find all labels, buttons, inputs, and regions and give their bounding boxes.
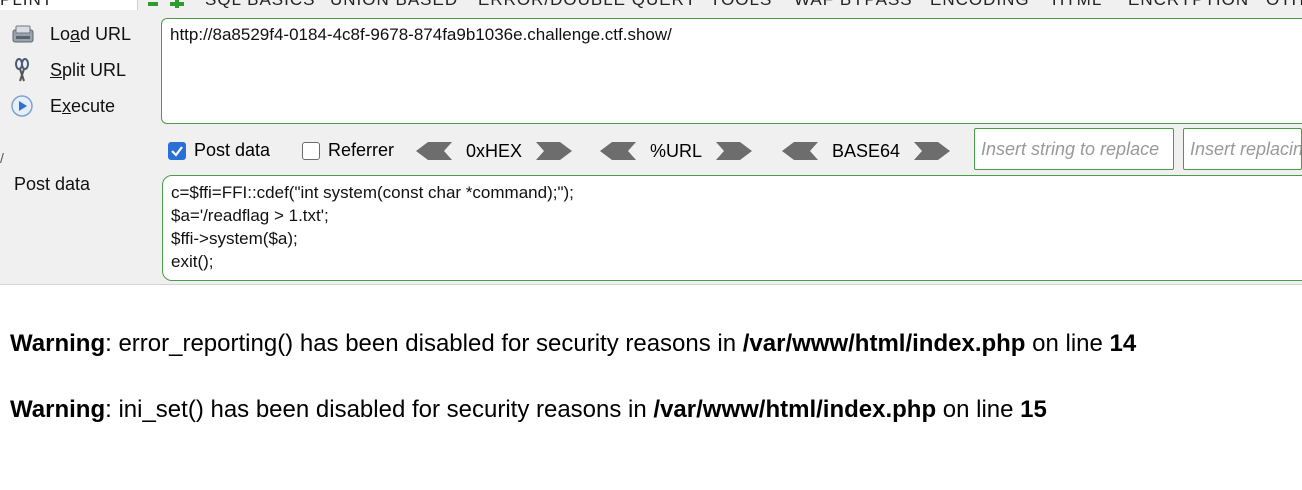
menu-item-label: ERROR/DOUBLE QUERY [478, 0, 697, 10]
replace-string-input[interactable]: Insert string to replace [974, 128, 1174, 170]
split-url-button[interactable]: Split URL [10, 55, 126, 85]
referrer-checkbox[interactable]: Referrer [302, 140, 394, 161]
replacing-string-input[interactable]: Insert replacing string [1183, 128, 1302, 170]
execute-button[interactable]: Execute [10, 91, 115, 121]
url-encode-label: %URL [650, 140, 703, 161]
menu-item-label: OTH [1266, 0, 1302, 10]
warning-text: : error_reporting() has been disabled fo… [105, 330, 743, 357]
base64-label: BASE64 [832, 140, 901, 161]
hex-encode-button[interactable]: 0xHEX [416, 138, 573, 164]
options-row: Post data Referrer 0xHEX %URL BASE64 Ins… [0, 128, 1302, 172]
execute-label: Execute [50, 95, 116, 116]
post-data-input[interactable]: c=$ffi=FFI::cdef("int system(const char … [162, 175, 1302, 281]
warning-text: on line [1025, 330, 1110, 357]
menu-item-label: ENCRYPTION [1128, 0, 1249, 10]
load-url-button[interactable]: Load URL [10, 19, 131, 49]
arrow-left-icon [416, 142, 452, 160]
arrow-right-icon [536, 142, 573, 160]
menu-item-label: WAF BYPASS [794, 0, 913, 10]
load-url-label: Load URL [50, 23, 132, 44]
warning-label: Warning [10, 396, 106, 423]
warning-path: /var/www/html/index.php [653, 396, 937, 423]
warning-line-number: 15 [1020, 396, 1047, 423]
referrer-checkbox-label: Referrer [328, 140, 395, 160]
hackbar-panel: Load URL Split URL Execute http://8a8529… [0, 10, 1302, 285]
warning-label: Warning [10, 330, 106, 357]
menu-item-label: SQL BASICS [205, 0, 315, 10]
menu-item-label: ENCODING [930, 0, 1030, 10]
post-data-checkbox-label: Post data [194, 140, 271, 160]
warning-text: on line [936, 396, 1021, 423]
menu-item-label: HTML [1052, 0, 1102, 10]
post-data-checkbox[interactable]: Post data [168, 140, 270, 161]
arrow-left-icon [600, 142, 636, 160]
menu-item-label: TOOLS [710, 0, 772, 10]
page-output: Warning: error_reporting() has been disa… [10, 330, 1136, 462]
arrow-left-icon [782, 142, 818, 160]
warning-text: : ini_set() has been disabled for securi… [105, 396, 654, 423]
hex-label: 0xHEX [466, 140, 523, 161]
url-input[interactable]: http://8a8529f4-0184-4c8f-9678-874fa9b10… [161, 18, 1302, 124]
menu-item-label: PLINT [0, 0, 53, 10]
scissors-icon [15, 58, 29, 82]
load-url-icon [12, 25, 34, 43]
checkbox-unchecked-icon [302, 141, 320, 160]
arrow-right-icon [716, 142, 753, 160]
arrow-right-icon [914, 142, 951, 160]
url-encode-button[interactable]: %URL [600, 138, 753, 164]
warning-message: Warning: error_reporting() has been disa… [10, 330, 1136, 396]
warning-path: /var/www/html/index.php [742, 330, 1026, 357]
post-data-label: Post data [14, 174, 91, 194]
warning-message: Warning: ini_set() has been disabled for… [10, 396, 1136, 462]
menu-item-label: UNION BASED [330, 0, 458, 10]
split-url-label: Split URL [50, 59, 127, 80]
play-icon [11, 95, 33, 117]
checkbox-checked-icon [168, 141, 186, 160]
base64-encode-button[interactable]: BASE64 [782, 138, 951, 164]
warning-line-number: 14 [1109, 330, 1137, 357]
add-icon[interactable] [148, 0, 188, 10]
